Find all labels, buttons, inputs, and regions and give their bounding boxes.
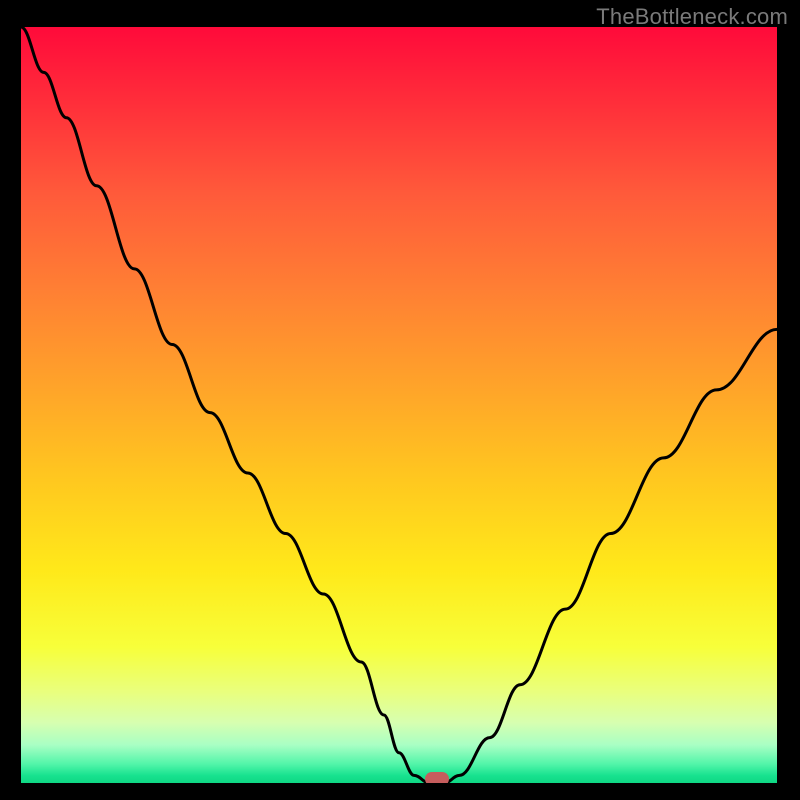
optimal-marker [425,772,449,783]
bottleneck-curve [21,27,777,783]
watermark-text: TheBottleneck.com [596,4,788,30]
plot-area [21,27,777,783]
curve-path [21,27,777,783]
chart-frame: TheBottleneck.com [0,0,800,800]
